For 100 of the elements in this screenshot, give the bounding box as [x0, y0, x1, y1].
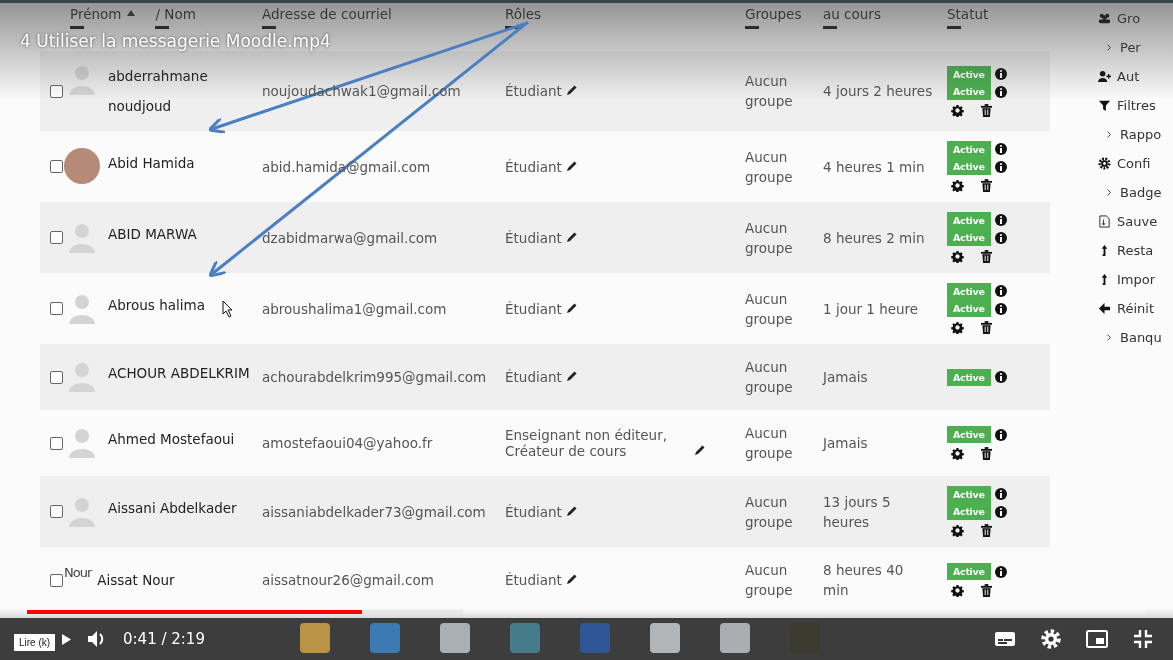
row-checkbox[interactable] — [50, 231, 63, 244]
arrow-left-icon — [1098, 302, 1111, 315]
row-checkbox[interactable] — [50, 302, 63, 315]
trash-icon[interactable] — [981, 321, 992, 334]
group-cell-text: Aucun groupe — [745, 147, 794, 187]
pencil-icon[interactable] — [565, 504, 578, 517]
user-name-link[interactable]: Aissat Nour — [97, 565, 262, 595]
column-header[interactable]: Adresse de courriel — [262, 6, 392, 29]
trash-icon[interactable] — [981, 584, 992, 597]
settings-icon[interactable] — [951, 447, 964, 460]
status-label: Active — [947, 141, 991, 158]
column-header[interactable]: Groupes — [745, 6, 802, 29]
user-name-link[interactable]: ACHOUR ABDELKRIM — [70, 358, 262, 388]
settings-icon[interactable] — [951, 321, 964, 334]
info-icon[interactable] — [994, 143, 1007, 155]
last-access-cell-text: 8 heures 2 min — [823, 228, 926, 248]
pencil-icon[interactable] — [565, 370, 578, 382]
role-cell: Étudiant — [505, 229, 562, 246]
settings-icon[interactable] — [951, 524, 964, 537]
sidebar-link[interactable]: Rappo — [1120, 127, 1162, 142]
info-icon[interactable] — [994, 506, 1007, 518]
last-access-cell-text: 8 heures 40 min — [823, 561, 905, 600]
sidebar-link[interactable]: Per — [1120, 40, 1141, 55]
status-label: Active — [947, 158, 991, 175]
info-icon[interactable] — [994, 565, 1007, 578]
sidebar-link[interactable]: Impor — [1117, 272, 1156, 287]
email-cell-text: aissaniabdelkader73@gmail.com — [262, 503, 487, 520]
exit-fullscreen-icon[interactable] — [1131, 627, 1155, 651]
settings-icon[interactable] — [951, 179, 964, 192]
sidebar-link[interactable]: Réinit — [1117, 301, 1154, 316]
info-icon[interactable] — [994, 371, 1007, 383]
email-cell-text: abroushalima1@gmail.com — [262, 300, 448, 317]
info-icon[interactable] — [994, 67, 1007, 80]
status-label: Active — [947, 563, 991, 580]
info-icon[interactable] — [994, 232, 1007, 244]
user-name-link[interactable]: ABID MARWA — [70, 218, 262, 249]
info-icon[interactable] — [994, 428, 1007, 441]
settings-icon[interactable] — [1039, 627, 1063, 651]
settings-icon[interactable] — [951, 584, 964, 597]
row-checkbox[interactable] — [50, 84, 63, 98]
miniplayer-icon[interactable] — [1085, 627, 1109, 651]
settings-icon[interactable] — [951, 250, 964, 263]
sidebar-link[interactable]: Sauve — [1117, 214, 1158, 229]
info-icon[interactable] — [994, 303, 1007, 315]
trash-icon[interactable] — [981, 179, 992, 192]
user-name-link[interactable]: abderrahmane noudjoud — [70, 61, 262, 121]
info-icon[interactable] — [994, 161, 1007, 173]
avatar-photo-placeholder — [64, 147, 100, 184]
play-icon[interactable] — [62, 633, 71, 645]
status-label: Active — [947, 368, 991, 386]
pencil-icon[interactable] — [565, 84, 578, 96]
progress-track[interactable] — [27, 610, 1145, 614]
email-cell-text: aissatnour26@gmail.com — [262, 572, 435, 588]
trash-icon[interactable] — [981, 447, 992, 460]
avatar-text: Nour — [64, 565, 92, 580]
row-checkbox[interactable] — [50, 370, 63, 384]
sidebar-link[interactable]: Banqu — [1120, 330, 1162, 345]
mouse-cursor-icon — [222, 300, 234, 318]
row-checkbox[interactable] — [50, 573, 63, 587]
user-name-link[interactable]: Abrous halima — [70, 289, 262, 320]
sidebar-link[interactable]: Badge — [1120, 185, 1162, 200]
info-icon[interactable] — [994, 285, 1007, 297]
column-header[interactable]: Prénom — [70, 6, 122, 29]
user-name-link[interactable]: Ahmed Mostefaoui — [70, 424, 262, 454]
pencil-icon[interactable] — [565, 230, 578, 243]
user-name-link[interactable]: Aissani Abdelkader — [70, 492, 262, 523]
column-header[interactable]: Statut — [947, 6, 989, 29]
status-label: Active — [947, 486, 991, 503]
last-access-cell-text: 4 jours 2 heures — [823, 82, 934, 101]
trash-icon[interactable] — [981, 250, 992, 263]
trash-icon[interactable] — [981, 524, 992, 537]
settings-icon[interactable] — [951, 103, 964, 117]
last-access-cell-text: Jamais — [823, 434, 869, 453]
role-cell: Étudiant — [505, 83, 562, 99]
group-cell-text: Aucun groupe — [745, 358, 794, 397]
group-cell-text: Aucun groupe — [745, 72, 794, 111]
row-checkbox[interactable] — [50, 505, 63, 518]
row-checkbox[interactable] — [50, 436, 63, 450]
sidebar-link[interactable]: Resta — [1117, 243, 1154, 258]
user-name-link[interactable]: Abid Hamida — [70, 147, 262, 178]
info-icon[interactable] — [994, 214, 1007, 226]
last-access-cell-text: 4 heures 1 min — [823, 157, 926, 177]
pencil-icon[interactable] — [694, 444, 706, 456]
role-cell: Étudiant — [505, 369, 562, 385]
trash-icon[interactable] — [981, 103, 992, 117]
info-icon[interactable] — [994, 488, 1007, 500]
row-checkbox[interactable] — [50, 160, 63, 173]
info-icon[interactable] — [994, 85, 1007, 98]
pencil-icon[interactable] — [565, 301, 578, 314]
email-cell-text: achourabdelkrim995@gmail.com — [262, 369, 488, 385]
sidebar-link[interactable]: Confi — [1117, 156, 1151, 171]
column-header[interactable]: Rôles — [505, 6, 542, 29]
sidebar-link[interactable]: Filtres — [1117, 98, 1156, 113]
pencil-icon[interactable] — [565, 573, 578, 585]
column-header[interactable]: / Nom — [155, 6, 196, 29]
sidebar-link[interactable]: Gro — [1117, 11, 1141, 26]
sidebar-link[interactable]: Aut — [1117, 69, 1140, 84]
add-user-icon — [1098, 70, 1111, 83]
email-cell-text: amostefaoui04@yahoo.fr — [262, 435, 434, 451]
pencil-icon[interactable] — [565, 159, 578, 172]
